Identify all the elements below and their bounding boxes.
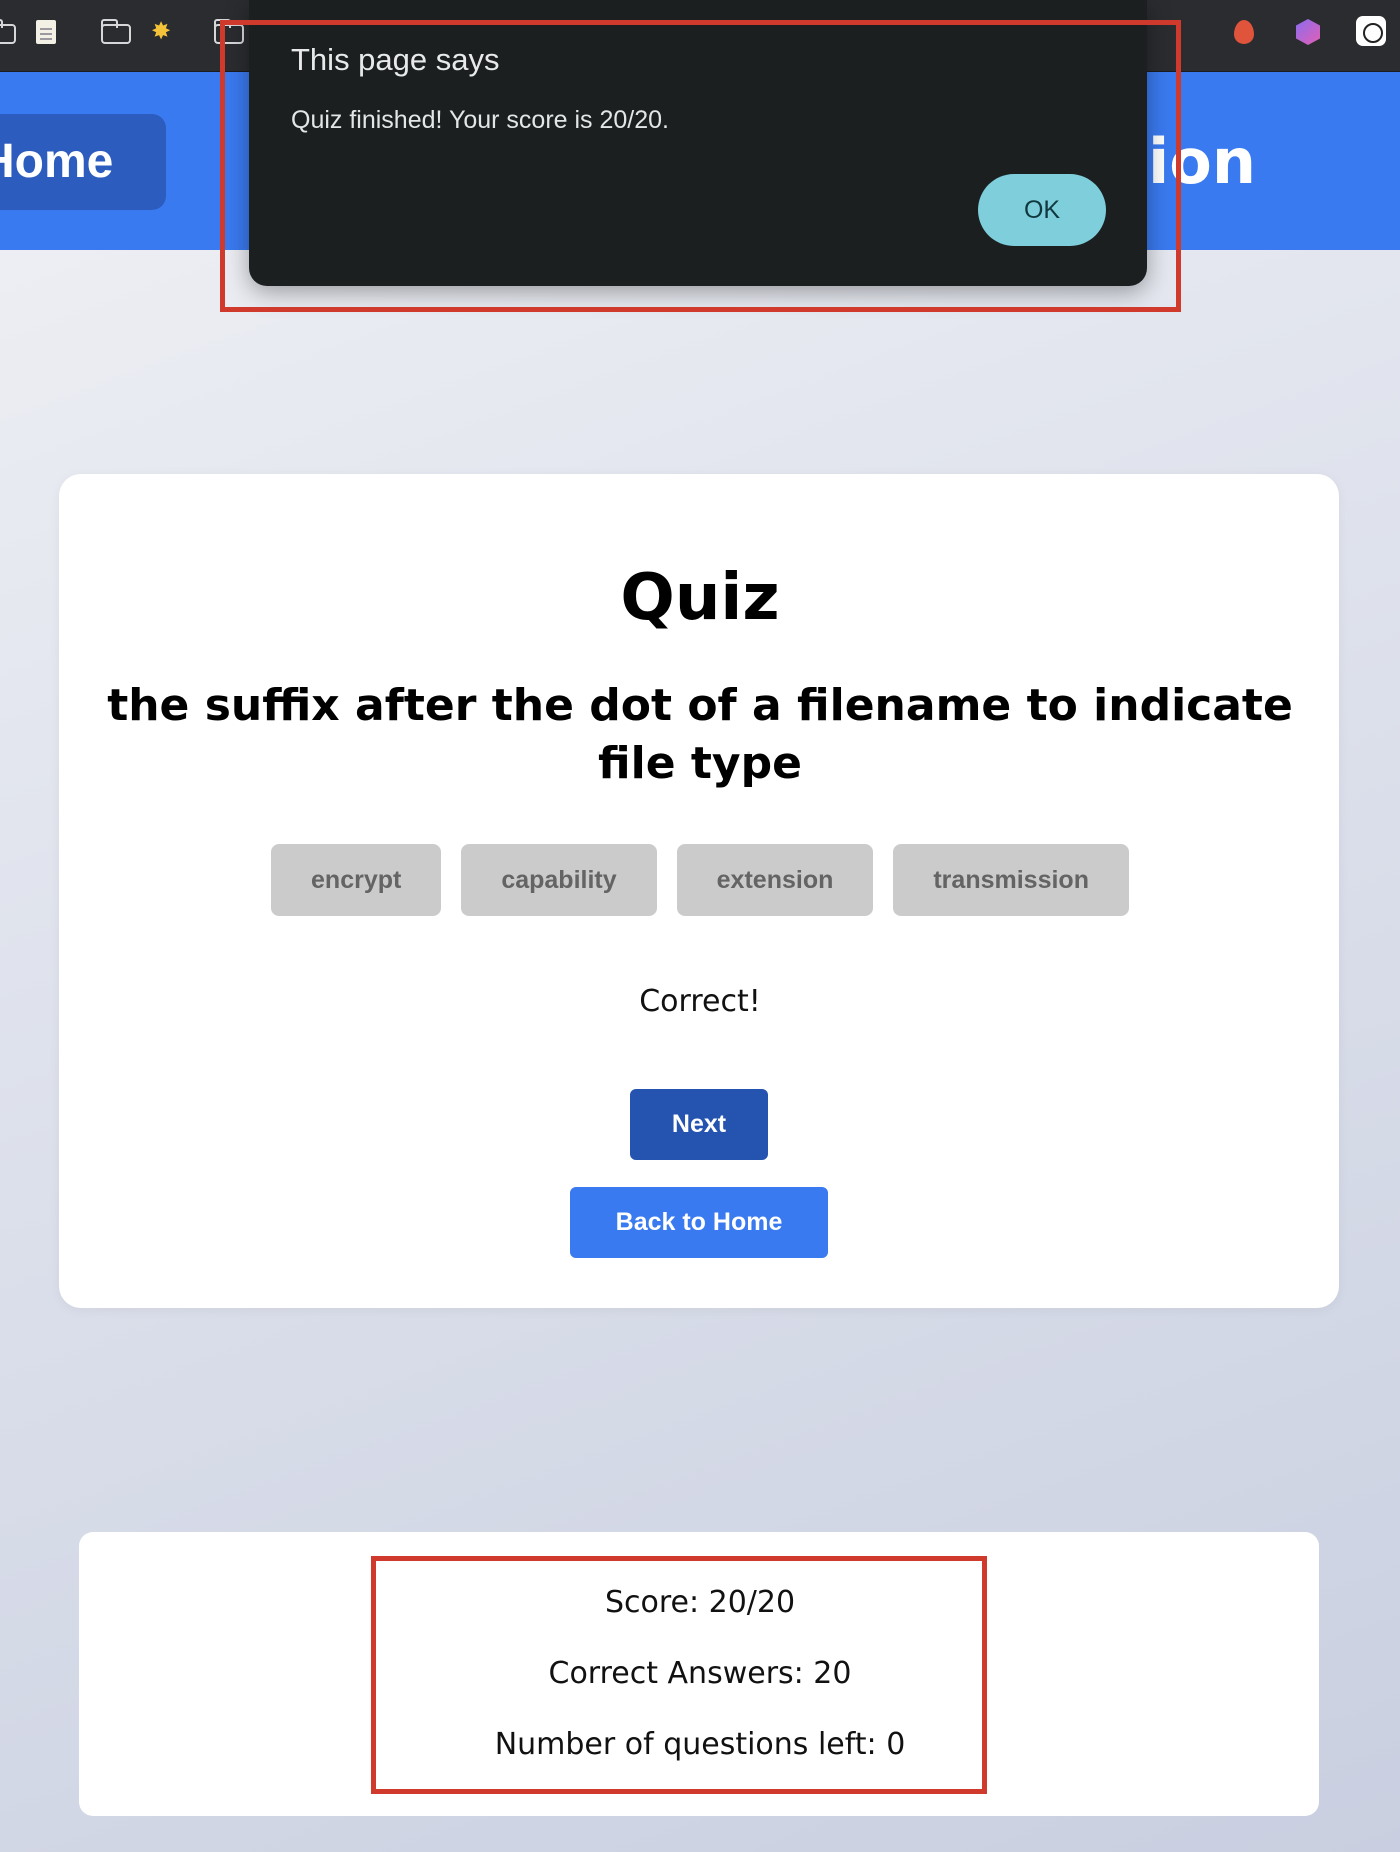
alert-ok-button[interactable]: OK [978,174,1106,246]
folder-icon[interactable] [100,18,131,44]
cube-icon[interactable] [1293,18,1323,45]
star-icon[interactable]: ✸ [147,18,177,44]
quiz-title: Quiz [620,561,780,635]
score-text: Score: 20/20 [604,1585,796,1620]
answer-feedback: Correct! [639,984,761,1019]
answer-option-button[interactable]: extension [676,844,874,916]
correct-answers-text: Correct Answers: 20 [548,1656,852,1691]
alert-dialog: This page says Quiz finished! Your score… [249,0,1147,286]
memo-icon[interactable] [32,18,62,44]
home-nav-button[interactable]: Home [0,114,166,210]
alert-title: This page says [291,42,500,77]
answer-option-button[interactable]: capability [461,844,657,916]
flame-icon[interactable] [1230,18,1260,44]
answer-options: encrypt capability extension transmissio… [0,844,1400,916]
ai-assistant-icon[interactable] [1356,16,1386,46]
questions-left-text: Number of questions left: 0 [494,1727,906,1762]
next-button[interactable]: Next [630,1089,768,1160]
back-to-home-button[interactable]: Back to Home [570,1187,828,1258]
folder-icon[interactable] [0,18,16,44]
quiz-question: the suffix after the dot of a filename t… [107,680,1293,789]
answer-option-button[interactable]: transmission [893,844,1129,916]
folder-icon[interactable] [213,18,244,44]
answer-option-button[interactable]: encrypt [271,844,442,916]
alert-message: Quiz finished! Your score is 20/20. [291,106,670,134]
